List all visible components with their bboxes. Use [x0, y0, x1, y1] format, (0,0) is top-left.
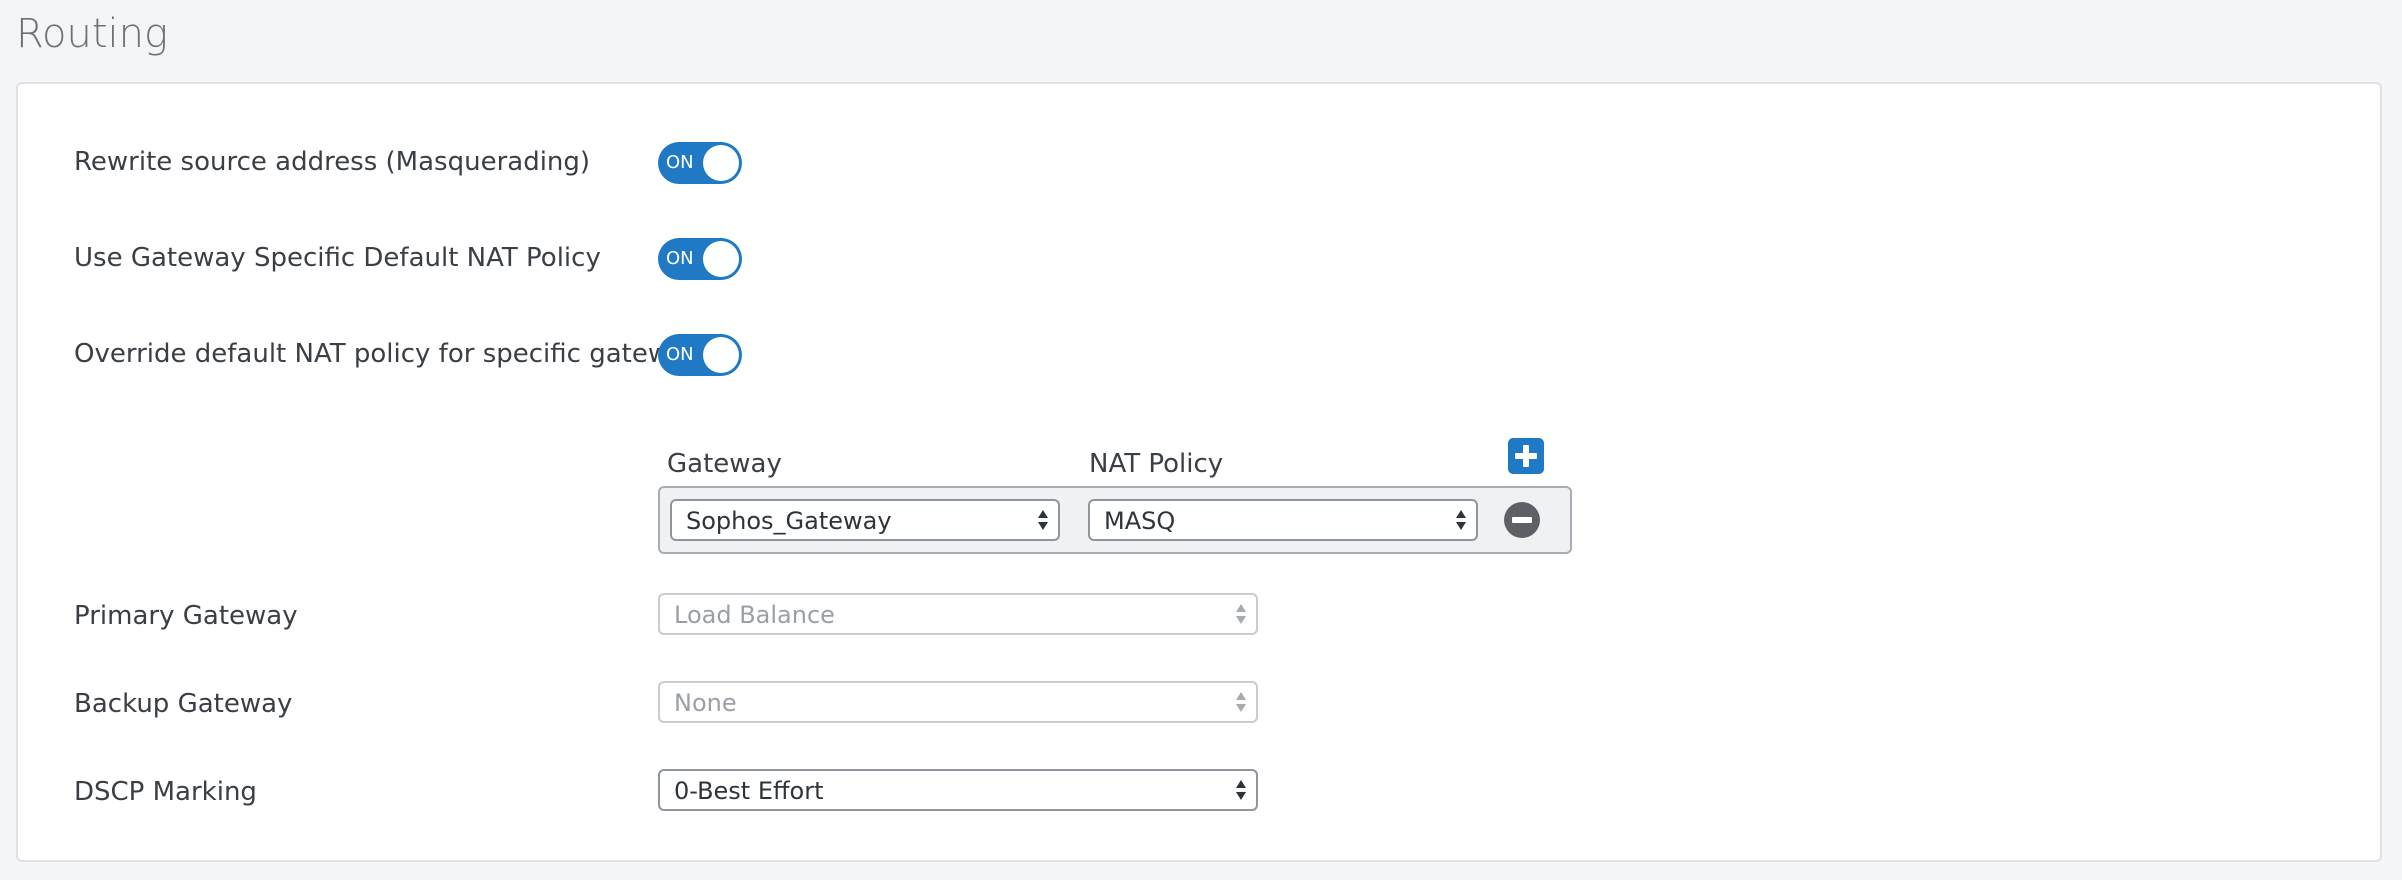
page-title: Routing: [16, 11, 168, 57]
toggle-knob: [703, 145, 739, 181]
gateway-column-header: Gateway: [667, 449, 782, 479]
nat-policy-column-header: NAT Policy: [1089, 449, 1224, 479]
override-nat-label: Override default NAT policy for specific…: [74, 339, 701, 369]
remove-row-button[interactable]: [1504, 502, 1540, 538]
gateway-select[interactable]: Sophos_Gateway: [670, 499, 1060, 541]
select-arrows-icon: [1236, 692, 1246, 712]
gateway-nat-policy-label: Use Gateway Specific Default NAT Policy: [74, 243, 601, 273]
backup-gateway-value: None: [674, 689, 737, 717]
gateway-select-value: Sophos_Gateway: [686, 507, 892, 535]
add-row-button[interactable]: [1508, 438, 1544, 474]
select-arrows-icon: [1456, 510, 1466, 530]
minus-circle-icon: [1512, 517, 1532, 523]
masquerading-toggle[interactable]: ON: [658, 142, 742, 184]
masquerading-label: Rewrite source address (Masquerading): [74, 147, 591, 177]
nat-policy-select[interactable]: MASQ: [1088, 499, 1478, 541]
select-arrows-icon: [1038, 510, 1048, 530]
dscp-marking-value: 0-Best Effort: [674, 777, 824, 805]
toggle-state-text: ON: [666, 344, 694, 365]
primary-gateway-label: Primary Gateway: [74, 601, 298, 631]
select-arrows-icon: [1236, 780, 1246, 800]
dscp-marking-select[interactable]: 0-Best Effort: [658, 769, 1258, 811]
toggle-state-text: ON: [666, 152, 694, 173]
select-arrows-icon: [1236, 604, 1246, 624]
dscp-marking-label: DSCP Marking: [74, 777, 257, 807]
toggle-knob: [703, 337, 739, 373]
primary-gateway-select: Load Balance: [658, 593, 1258, 635]
toggle-state-text: ON: [666, 248, 694, 269]
toggle-knob: [703, 241, 739, 277]
override-nat-toggle[interactable]: ON: [658, 334, 742, 376]
backup-gateway-select: None: [658, 681, 1258, 723]
gateway-nat-policy-toggle[interactable]: ON: [658, 238, 742, 280]
backup-gateway-label: Backup Gateway: [74, 689, 293, 719]
primary-gateway-value: Load Balance: [674, 601, 835, 629]
nat-policy-select-value: MASQ: [1104, 507, 1176, 535]
